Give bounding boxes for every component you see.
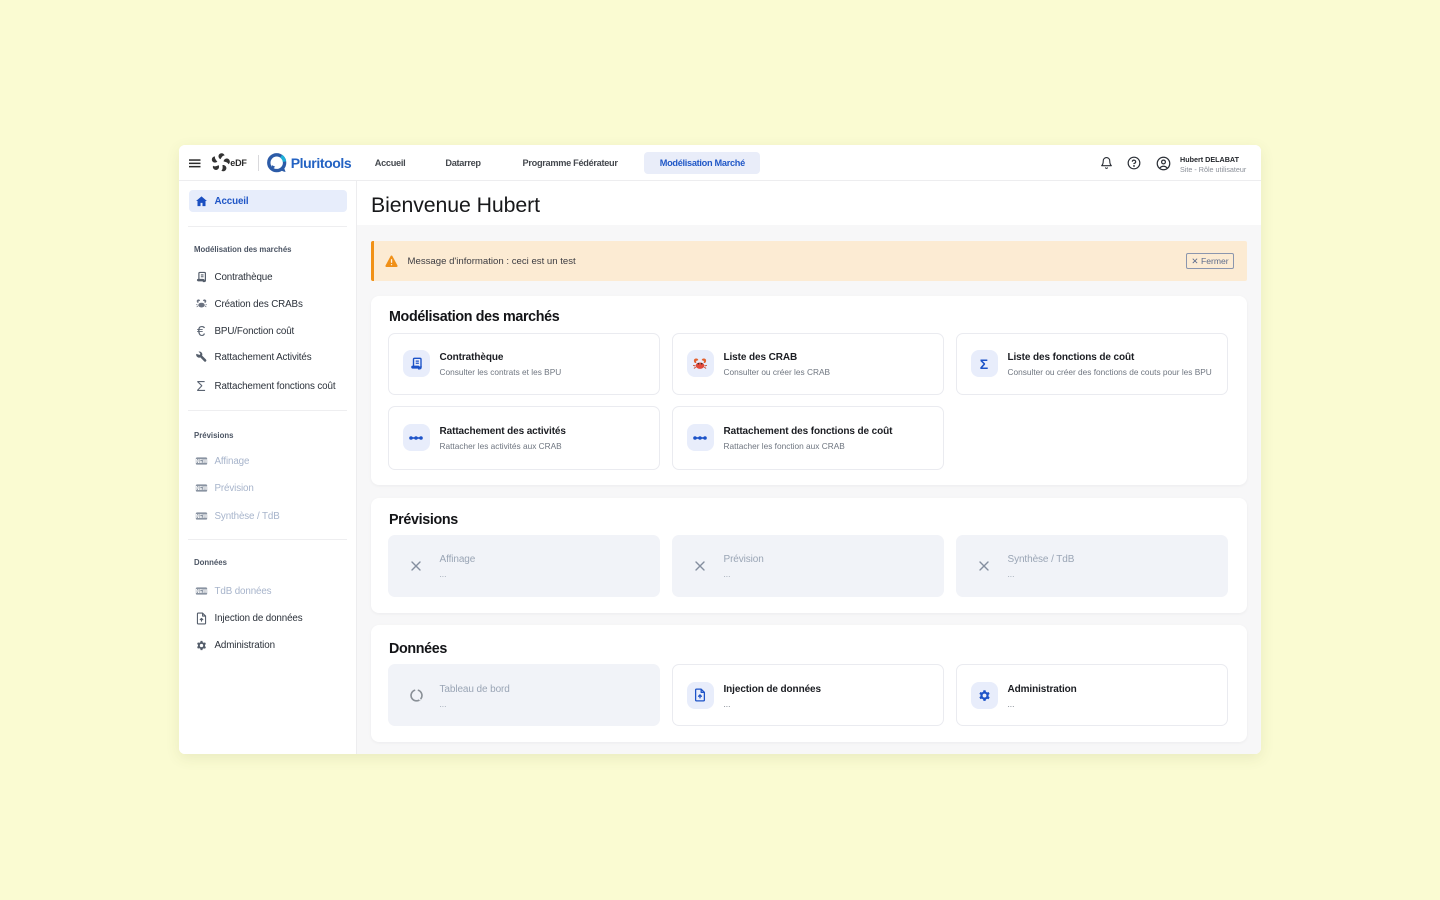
svg-text:NEW: NEW <box>195 486 207 492</box>
svg-text:NEW: NEW <box>195 459 207 465</box>
svg-text:NEW: NEW <box>195 514 207 520</box>
svg-text:NEW: NEW <box>195 589 207 595</box>
